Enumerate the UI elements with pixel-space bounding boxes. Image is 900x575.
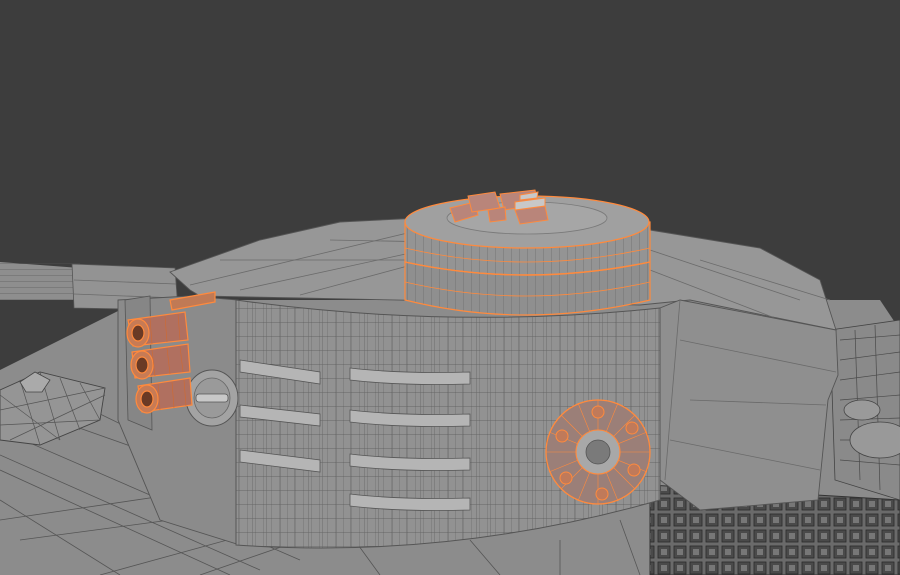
right-hull-mesh <box>829 319 900 501</box>
side-hatch-ring[interactable] <box>545 399 651 505</box>
viewport-canvas[interactable] <box>0 0 900 575</box>
3d-viewport[interactable] <box>0 0 900 575</box>
pistol-port <box>185 369 239 427</box>
turret-right-side <box>654 299 839 511</box>
